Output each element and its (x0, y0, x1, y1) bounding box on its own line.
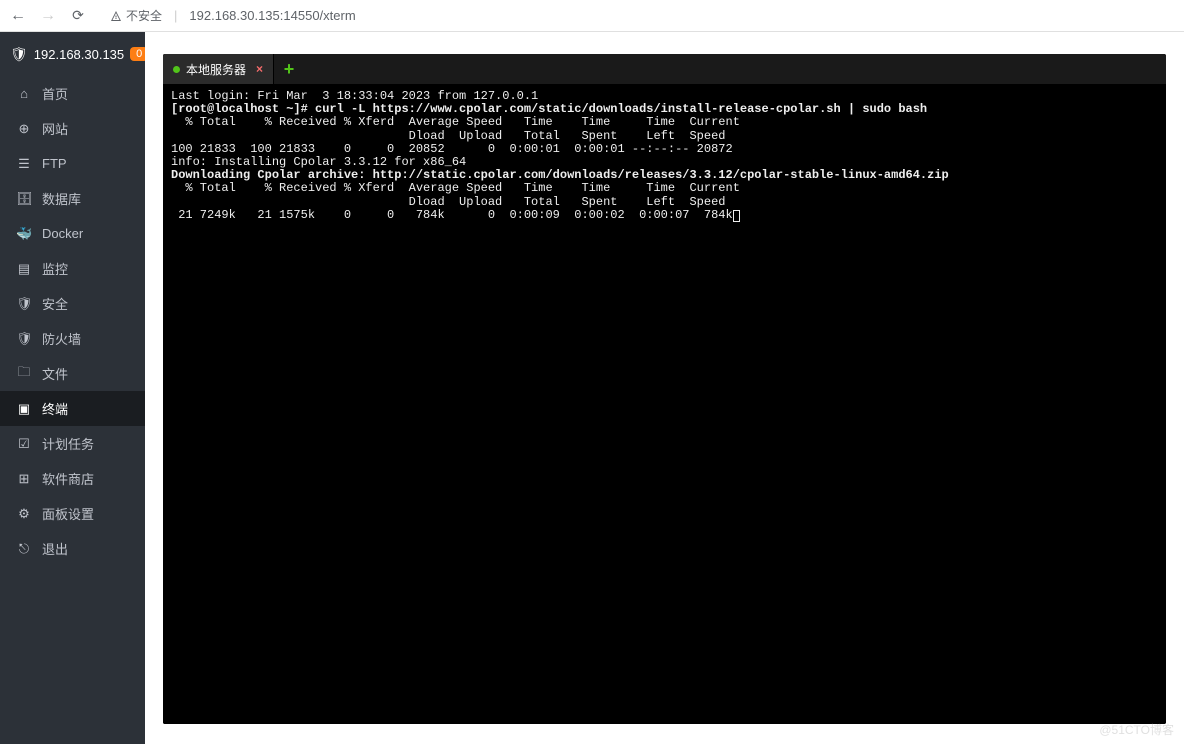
server-icon: ☰ (16, 156, 32, 172)
sidebar-item-label: 退出 (42, 539, 68, 558)
forward-button[interactable]: → (38, 7, 58, 25)
sidebar: 🛡 192.168.30.135 0 ⌂ 首页 ⊕ 网站 ☰ FTP 🗄 数据库 🐳 Docker… (0, 32, 145, 744)
globe-icon: ⊕ (16, 121, 32, 137)
watermark: @51CTO博客 (1099, 721, 1174, 738)
terminal-tab[interactable]: 本地服务器 × (163, 54, 274, 84)
sidebar-item-label: Docker (42, 226, 83, 241)
content-area: 本地服务器 × + Last login: Fri Mar 3 18:33:04… (145, 32, 1184, 744)
sidebar-item-label: 面板设置 (42, 504, 94, 523)
sidebar-item-globe[interactable]: ⊕ 网站 (0, 111, 145, 146)
security-indicator[interactable]: 不安全 (110, 7, 162, 24)
terminal-icon: ▣ (16, 401, 32, 417)
sidebar-item-label: 软件商店 (42, 469, 94, 488)
sidebar-item-folder[interactable]: 🗀 文件 (0, 356, 145, 391)
grid-icon: ⊞ (16, 471, 32, 487)
sidebar-item-label: 首页 (42, 84, 68, 103)
sidebar-item-gear[interactable]: ⚙ 面板设置 (0, 496, 145, 531)
tab-label: 本地服务器 (186, 61, 246, 78)
sidebar-item-label: 文件 (42, 364, 68, 383)
terminal-tab-bar: 本地服务器 × + (163, 54, 1166, 84)
sidebar-item-server[interactable]: ☰ FTP (0, 146, 145, 181)
sidebar-item-label: 终端 (42, 399, 68, 418)
reload-button[interactable]: ⟳ (68, 7, 88, 24)
sidebar-item-label: 计划任务 (42, 434, 94, 453)
docker-icon: 🐳 (16, 226, 32, 242)
url-host: 192.168.30.135 (189, 8, 279, 23)
gear-icon: ⚙ (16, 506, 32, 522)
sidebar-item-shield[interactable]: 🛡 安全 (0, 286, 145, 321)
terminal-output[interactable]: Last login: Fri Mar 3 18:33:04 2023 from… (163, 84, 1166, 724)
shield-icon: 🛡 (10, 46, 28, 63)
sidebar-item-chart[interactable]: ▤ 监控 (0, 251, 145, 286)
sidebar-item-grid[interactable]: ⊞ 软件商店 (0, 461, 145, 496)
warning-icon (110, 10, 122, 22)
sidebar-item-fire[interactable]: 🛡 防火墙 (0, 321, 145, 356)
sidebar-item-label: 数据库 (42, 189, 81, 208)
folder-icon: 🗀 (16, 363, 32, 385)
back-button[interactable]: ← (8, 7, 28, 25)
sidebar-item-label: 防火墙 (42, 329, 81, 348)
new-tab-button[interactable]: + (274, 54, 304, 84)
url-path: /xterm (320, 8, 356, 23)
terminal-panel: 本地服务器 × + Last login: Fri Mar 3 18:33:04… (163, 54, 1166, 724)
divider: | (174, 8, 177, 23)
shield-icon: 🛡 (16, 296, 32, 312)
db-icon: 🗄 (16, 191, 32, 207)
sidebar-item-label: 安全 (42, 294, 68, 313)
exit-icon: ⎋ (16, 541, 32, 557)
sidebar-item-db[interactable]: 🗄 数据库 (0, 181, 145, 216)
home-icon: ⌂ (16, 86, 32, 101)
status-dot-icon (173, 66, 180, 73)
sidebar-item-label: 网站 (42, 119, 68, 138)
browser-toolbar: ← → ⟳ 不安全 | 192.168.30.135:14550/xterm (0, 0, 1184, 32)
chart-icon: ▤ (16, 261, 32, 277)
url-port: :14550 (280, 8, 320, 23)
sidebar-ip: 192.168.30.135 (34, 47, 124, 62)
sidebar-item-calendar[interactable]: ☑ 计划任务 (0, 426, 145, 461)
sidebar-item-docker[interactable]: 🐳 Docker (0, 216, 145, 251)
close-tab-icon[interactable]: × (256, 62, 263, 76)
sidebar-item-terminal[interactable]: ▣ 终端 (0, 391, 145, 426)
security-text: 不安全 (126, 7, 162, 24)
sidebar-item-label: FTP (42, 156, 67, 171)
calendar-icon: ☑ (16, 436, 32, 452)
sidebar-item-home[interactable]: ⌂ 首页 (0, 76, 145, 111)
url-display[interactable]: 192.168.30.135:14550/xterm (189, 8, 355, 23)
sidebar-header: 🛡 192.168.30.135 0 (0, 32, 145, 76)
sidebar-item-label: 监控 (42, 259, 68, 278)
sidebar-item-exit[interactable]: ⎋ 退出 (0, 531, 145, 566)
fire-icon: 🛡 (16, 331, 32, 347)
